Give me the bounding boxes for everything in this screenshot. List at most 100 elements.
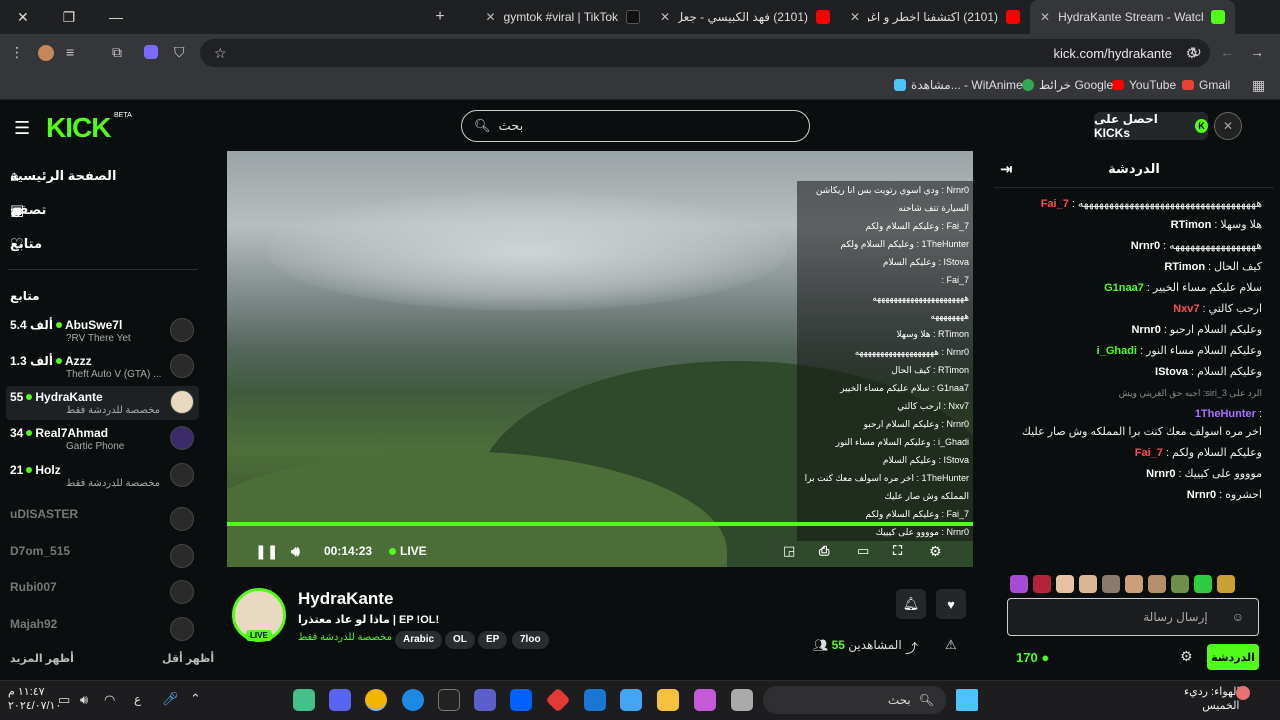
restore-window-icon[interactable]: ❐ (63, 9, 76, 26)
kick-logo[interactable]: KICK (46, 112, 111, 144)
outlook-icon[interactable] (584, 689, 606, 711)
forward-icon[interactable]: ← (1220, 44, 1234, 60)
task-view-icon[interactable] (731, 689, 753, 711)
tag-ol[interactable]: OL (445, 631, 475, 649)
tag-arabic[interactable]: Arabic (395, 631, 443, 649)
taskbar-app-icon[interactable] (293, 689, 315, 711)
new-tab-button[interactable]: + (420, 8, 460, 26)
tab-tiktok[interactable]: gymtok #viral | TikTok ✕ (460, 0, 650, 34)
wifi-icon[interactable]: ◠ (104, 692, 115, 708)
chat-username[interactable]: Fai_7 (1041, 197, 1069, 212)
chat-username[interactable]: Nrnr0 (1131, 323, 1160, 338)
dropbox-icon[interactable] (510, 689, 532, 711)
kicks-balance[interactable]: 170 ● (1016, 650, 1049, 665)
minimize-window-icon[interactable]: — (109, 9, 123, 26)
taskbar-search[interactable]: بحث 🔍︎ (763, 686, 946, 714)
close-tab-icon[interactable]: ✕ (850, 10, 860, 24)
emote-icon[interactable] (1102, 575, 1120, 593)
chrome-icon[interactable] (365, 689, 387, 711)
profile-icon[interactable] (38, 45, 54, 61)
emote-icon[interactable] (1079, 575, 1097, 593)
store-icon[interactable] (620, 689, 642, 711)
theater-mode-icon[interactable]: ▭ (857, 543, 869, 559)
channel-real7ahmad[interactable]: 34 Real7Ahmad Gartic Phone (6, 422, 199, 456)
chat-username[interactable]: Nxv7 (1173, 302, 1199, 317)
clip-icon[interactable]: ⎙ (819, 543, 829, 559)
share-icon[interactable]: ⤴ (905, 638, 918, 657)
channel-holz[interactable]: 21 Holz مخصصة للدردشة فقط (6, 459, 199, 493)
chat-username[interactable]: RTimon (1164, 260, 1205, 275)
windows-start-icon[interactable] (956, 689, 978, 711)
chevron-up-icon[interactable]: ⌃ (190, 691, 201, 707)
video-progress-bar[interactable] (227, 522, 973, 526)
microphone-icon[interactable]: 🎤︎ (162, 691, 179, 707)
emote-icon[interactable] (1194, 575, 1212, 593)
bookmark-gmail[interactable]: Gmail (1182, 78, 1230, 92)
copilot-icon[interactable] (694, 689, 716, 711)
streamer-name[interactable]: HydraKante (298, 589, 393, 609)
sidebar-item-home[interactable]: ⌂ الصفحة الرئيسية (10, 168, 190, 185)
emote-icon[interactable] (1033, 575, 1051, 593)
settings-gear-icon[interactable]: ⚙ (929, 543, 942, 560)
tag-ep[interactable]: EP (478, 631, 508, 649)
miniplayer-icon[interactable]: ◲ (783, 543, 795, 559)
close-window-icon[interactable]: ✕ (17, 9, 29, 26)
apps-grid-icon[interactable]: ▦ (1252, 77, 1265, 94)
chat-settings-icon[interactable]: ⚙ (1180, 648, 1193, 665)
show-more-button[interactable]: أظهر المزيد (10, 652, 74, 665)
media-icon[interactable]: ≡ (66, 44, 74, 60)
channel-hydrakante[interactable]: 55 HydraKante مخصصة للدردشة فقط (6, 386, 199, 420)
url-field[interactable]: ☆ kick.com/hydrakante ⚙ (200, 39, 1210, 67)
chat-username[interactable]: Nrnr0 (1131, 239, 1160, 254)
sidebar-item-following[interactable]: ♡ متابع (10, 236, 190, 253)
emote-icon[interactable] (1125, 575, 1143, 593)
user-avatar[interactable]: ✕ (1214, 112, 1242, 140)
channel-d7om515[interactable]: D7om_515 (6, 540, 199, 574)
file-explorer-icon[interactable] (657, 689, 679, 711)
input-language[interactable]: ع (134, 692, 141, 706)
emote-icon[interactable] (1010, 575, 1028, 593)
channel-abuswe7l[interactable]: 5.4 ألف AbuSwe7l ?RV There Yet (6, 314, 199, 348)
chat-username[interactable]: 1TheHunter (1195, 407, 1256, 422)
weather-widget[interactable]: الهواء: رديء الخميس (1184, 685, 1240, 713)
chat-username[interactable]: Fai_7 (1135, 446, 1163, 461)
volume-icon[interactable]: 🔊︎ (80, 692, 88, 708)
battery-icon[interactable]: ▭ (58, 692, 70, 708)
back-icon[interactable]: → (1250, 44, 1264, 60)
volume-icon[interactable]: 🔊︎ (291, 543, 300, 560)
close-tab-icon[interactable]: ✕ (485, 10, 495, 24)
bookmark-maps[interactable]: خرائط Google (1022, 78, 1113, 92)
chat-username[interactable]: IStova (1155, 365, 1188, 380)
system-clock[interactable]: ١١:٤٧ م ٢٠٢٤/٠٧/١٠ (8, 685, 61, 713)
pause-icon[interactable]: ❚❚ (255, 543, 278, 560)
emoji-icon[interactable]: ☺ (1232, 610, 1244, 624)
extensions-icon[interactable]: ⧉ (112, 44, 122, 61)
emote-icon[interactable] (1056, 575, 1074, 593)
reload-icon[interactable]: ↻ (1190, 44, 1202, 61)
emote-icon[interactable] (1148, 575, 1166, 593)
follow-button[interactable]: ♥ (936, 589, 966, 619)
report-warning-icon[interactable]: ⚠ (945, 637, 957, 653)
bookmark-witanime[interactable]: مشاهدة... - WitAnime (894, 78, 1023, 92)
chat-message-input[interactable]: إرسال رسالة ☺ (1007, 598, 1259, 636)
tab-youtube-2[interactable]: (2101) اكتشفنا اخطر و اغرب اماك ✕ (840, 0, 1030, 34)
bookmark-youtube[interactable]: YouTube (1112, 78, 1176, 92)
extension-icon[interactable] (144, 45, 158, 59)
chat-username[interactable]: Nrnr0 (1187, 488, 1216, 503)
chat-username[interactable]: Nrnr0 (1146, 467, 1175, 482)
teams-icon[interactable] (474, 689, 496, 711)
menu-hamburger-icon[interactable]: ☰ (14, 118, 30, 139)
shield-icon[interactable]: ⛉ (174, 44, 185, 61)
stream-category[interactable]: مخصصة للدردشة فقط (298, 632, 392, 643)
tag-7loo[interactable]: 7loo (512, 631, 549, 649)
video-player[interactable]: Nrnr0 : ودي اسوي رتويت بس انا ريكاشن الس… (227, 151, 973, 567)
channel-udisaster[interactable]: uDISASTER (6, 503, 199, 537)
show-less-button[interactable]: أظهر أقل (162, 652, 214, 665)
chat-username[interactable]: RTimon (1171, 218, 1212, 233)
bookmark-star-icon[interactable]: ☆ (214, 45, 227, 62)
search-input[interactable]: 🔍︎ بحث (461, 110, 810, 142)
chat-send-button[interactable]: الدردشة (1207, 644, 1259, 670)
edge-icon[interactable] (402, 689, 424, 711)
close-tab-icon[interactable]: ✕ (660, 10, 670, 24)
close-tab-icon[interactable]: ✕ (1040, 10, 1050, 24)
